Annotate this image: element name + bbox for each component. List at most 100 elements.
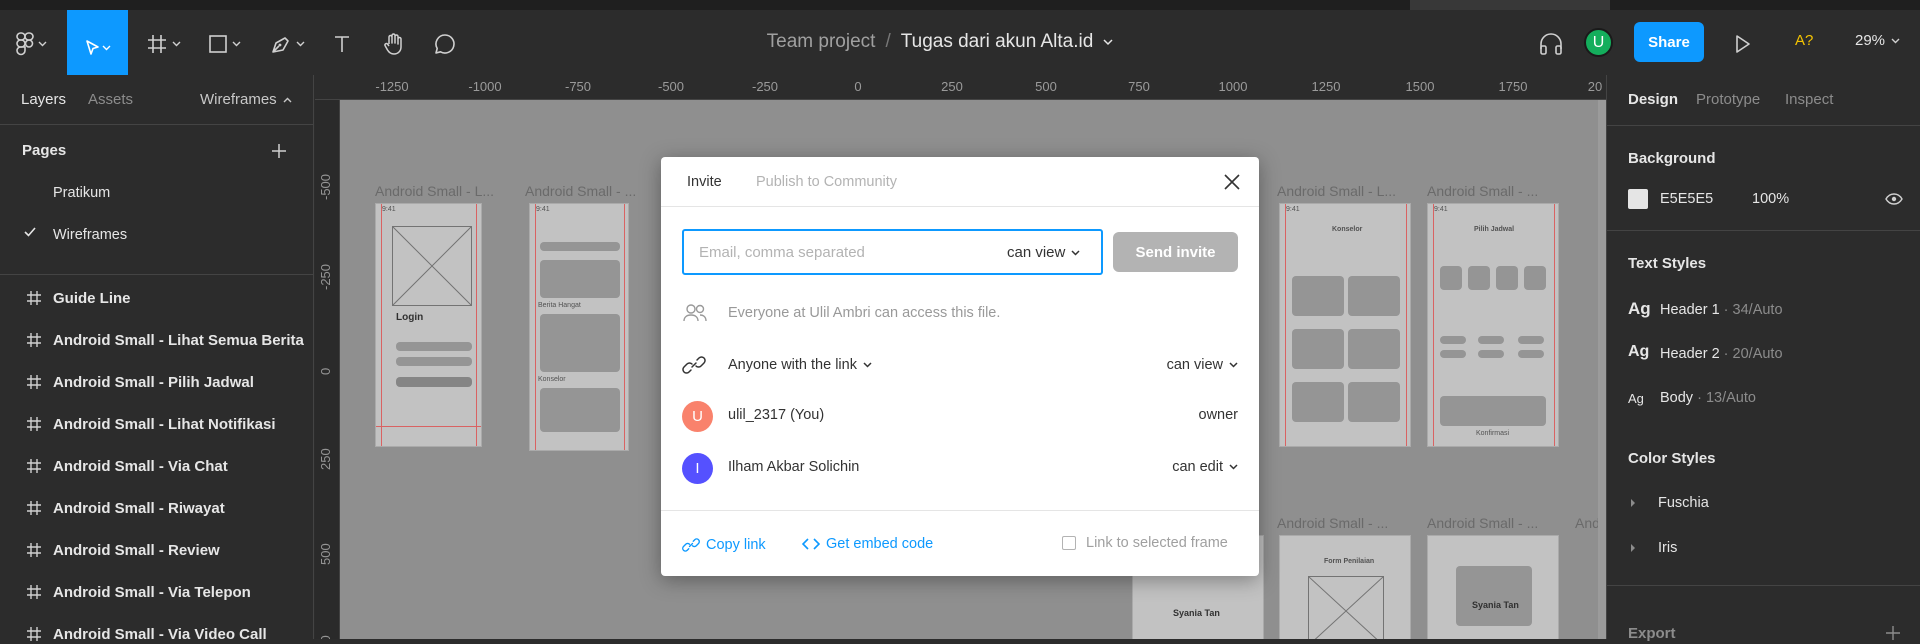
layer-item[interactable]: Android Small - Lihat Notifikasi <box>24 414 276 434</box>
text-tool-button[interactable] <box>332 30 352 58</box>
window-strip <box>0 0 1920 10</box>
frame-hash-icon <box>27 459 41 473</box>
color-style-item[interactable]: Fuschia <box>1630 495 1709 511</box>
link-permission-dropdown[interactable]: can view <box>1167 357 1238 373</box>
layer-label: Android Small - Via Chat <box>53 457 228 475</box>
tab-inspect[interactable]: Inspect <box>1785 91 1833 108</box>
frame-tool-button[interactable] <box>146 30 181 58</box>
frame-hash-icon <box>27 417 41 431</box>
divider <box>0 274 314 275</box>
ruler-tick: 20 <box>1587 79 1603 94</box>
project-name[interactable]: Team project <box>767 31 876 53</box>
link-to-frame-checkbox[interactable]: Link to selected frame <box>1062 535 1228 551</box>
member-name: ulil_2317 (You) <box>728 407 825 423</box>
ruler-tick: -500 <box>657 79 685 94</box>
tab-assets[interactable]: Assets <box>88 91 133 108</box>
user-avatar[interactable]: U <box>1584 28 1613 57</box>
background-opacity[interactable]: 100% <box>1752 191 1789 207</box>
member-role: owner <box>1198 407 1239 423</box>
send-invite-button[interactable]: Send invite <box>1113 232 1238 272</box>
team-access-text: Everyone at Ulil Ambri can access this f… <box>728 305 1001 321</box>
link-icon <box>682 356 706 374</box>
text-styles-title: Text Styles <box>1628 255 1707 272</box>
code-brackets-icon <box>802 538 820 550</box>
eye-icon[interactable] <box>1885 192 1903 206</box>
layer-label: Android Small - Pilih Jadwal <box>53 373 254 391</box>
embed-code-button[interactable]: Get embed code <box>802 536 933 552</box>
avatar: I <box>682 453 713 484</box>
page-item-wireframes[interactable]: Wireframes <box>53 227 127 243</box>
main-menu-button[interactable] <box>16 30 47 58</box>
plus-icon <box>272 144 286 158</box>
background-swatch[interactable] <box>1628 189 1648 209</box>
ruler-tick: 250 <box>941 79 963 94</box>
comment-tool-button[interactable] <box>433 30 457 58</box>
breadcrumb-separator: / <box>885 31 891 52</box>
color-style-item[interactable]: Iris <box>1630 540 1677 556</box>
chevron-down-icon[interactable] <box>1103 38 1113 46</box>
permission-label: can view <box>1166 357 1223 373</box>
tab-prototype[interactable]: Prototype <box>1696 91 1760 108</box>
layer-item[interactable]: Android Small - Review <box>24 540 220 560</box>
email-input[interactable]: Email, comma separated can view <box>682 229 1103 275</box>
hand-tool-button[interactable] <box>382 30 406 58</box>
audio-button[interactable] <box>1538 30 1564 58</box>
tab-design[interactable]: Design <box>1628 91 1678 108</box>
style-label: Header 2 <box>1660 346 1720 362</box>
chevron-down-icon <box>102 45 111 50</box>
layer-item[interactable]: Android Small - Pilih Jadwal <box>24 372 254 392</box>
text-style-item[interactable]: Body · 13/Auto <box>1660 390 1756 406</box>
member-role-dropdown[interactable]: can edit <box>1172 459 1238 475</box>
member-name: Ilham Akbar Solichin <box>728 459 860 475</box>
color-styles-title: Color Styles <box>1628 450 1716 467</box>
ruler-tick: -250 <box>751 79 779 94</box>
text-style-item[interactable]: Header 1 · 34/Auto <box>1660 302 1783 318</box>
style-label: Body <box>1660 390 1694 406</box>
invite-permission-dropdown[interactable]: can view <box>1007 244 1080 261</box>
frame-hash-icon <box>27 501 41 515</box>
comment-bubble-icon <box>435 34 455 54</box>
shape-tool-button[interactable] <box>208 30 241 58</box>
copy-link-button[interactable]: Copy link <box>682 536 766 554</box>
layer-item[interactable]: Android Small - Lihat Semua Berita <box>24 330 304 350</box>
tab-invite[interactable]: Invite <box>687 174 722 190</box>
link-icon <box>682 538 700 552</box>
zoom-dropdown[interactable]: 29% <box>1855 32 1900 49</box>
ruler-horizontal: -1250 -1000 -750 -500 -250 0 250 500 750… <box>315 75 1606 100</box>
divider <box>661 510 1259 511</box>
move-tool-button[interactable] <box>67 10 128 85</box>
layer-item[interactable]: Android Small - Via Chat <box>24 456 228 476</box>
share-button[interactable]: Share <box>1634 22 1704 62</box>
tab-publish[interactable]: Publish to Community <box>756 174 897 190</box>
layer-label: Android Small - Riwayat <box>53 499 225 517</box>
layer-item[interactable]: Android Small - Via Telepon <box>24 582 251 602</box>
member-role: can edit <box>1172 459 1223 475</box>
member-row: U ulil_2317 (You) owner <box>682 401 1239 432</box>
chevron-up-icon <box>283 97 292 102</box>
page-switcher[interactable]: Wireframes <box>200 91 292 108</box>
file-name[interactable]: Tugas dari akun Alta.id <box>901 31 1094 53</box>
close-icon[interactable] <box>1223 173 1241 191</box>
link-access-dropdown[interactable]: Anyone with the link <box>728 357 872 373</box>
permission-label: can view <box>1007 244 1066 261</box>
users-icon <box>683 304 707 322</box>
caret-right-icon <box>1631 544 1635 552</box>
background-hex[interactable]: E5E5E5 <box>1660 191 1713 207</box>
chevron-down-icon <box>1071 249 1080 256</box>
chevron-down-icon <box>296 41 305 47</box>
add-page-button[interactable] <box>270 142 288 160</box>
present-button[interactable] <box>1734 30 1752 58</box>
ruler-tick: 1250 <box>1311 79 1341 94</box>
layer-label: Android Small - Lihat Notifikasi <box>53 415 276 433</box>
pen-tool-button[interactable] <box>270 30 305 58</box>
ruler-tick: -1250 <box>375 79 409 94</box>
tab-layers[interactable]: Layers <box>21 91 66 108</box>
text-style-item[interactable]: Header 2 · 20/Auto <box>1660 346 1783 362</box>
accessibility-check-button[interactable]: A? <box>1795 32 1813 49</box>
layer-item[interactable]: Android Small - Via Video Call <box>24 624 267 644</box>
rectangle-icon <box>209 35 227 53</box>
properties-panel: Design Prototype Inspect Background E5E5… <box>1606 75 1920 642</box>
layer-item[interactable]: Guide Line <box>24 288 131 308</box>
page-item-pratikum[interactable]: Pratikum <box>53 185 110 201</box>
layer-item[interactable]: Android Small - Riwayat <box>24 498 225 518</box>
